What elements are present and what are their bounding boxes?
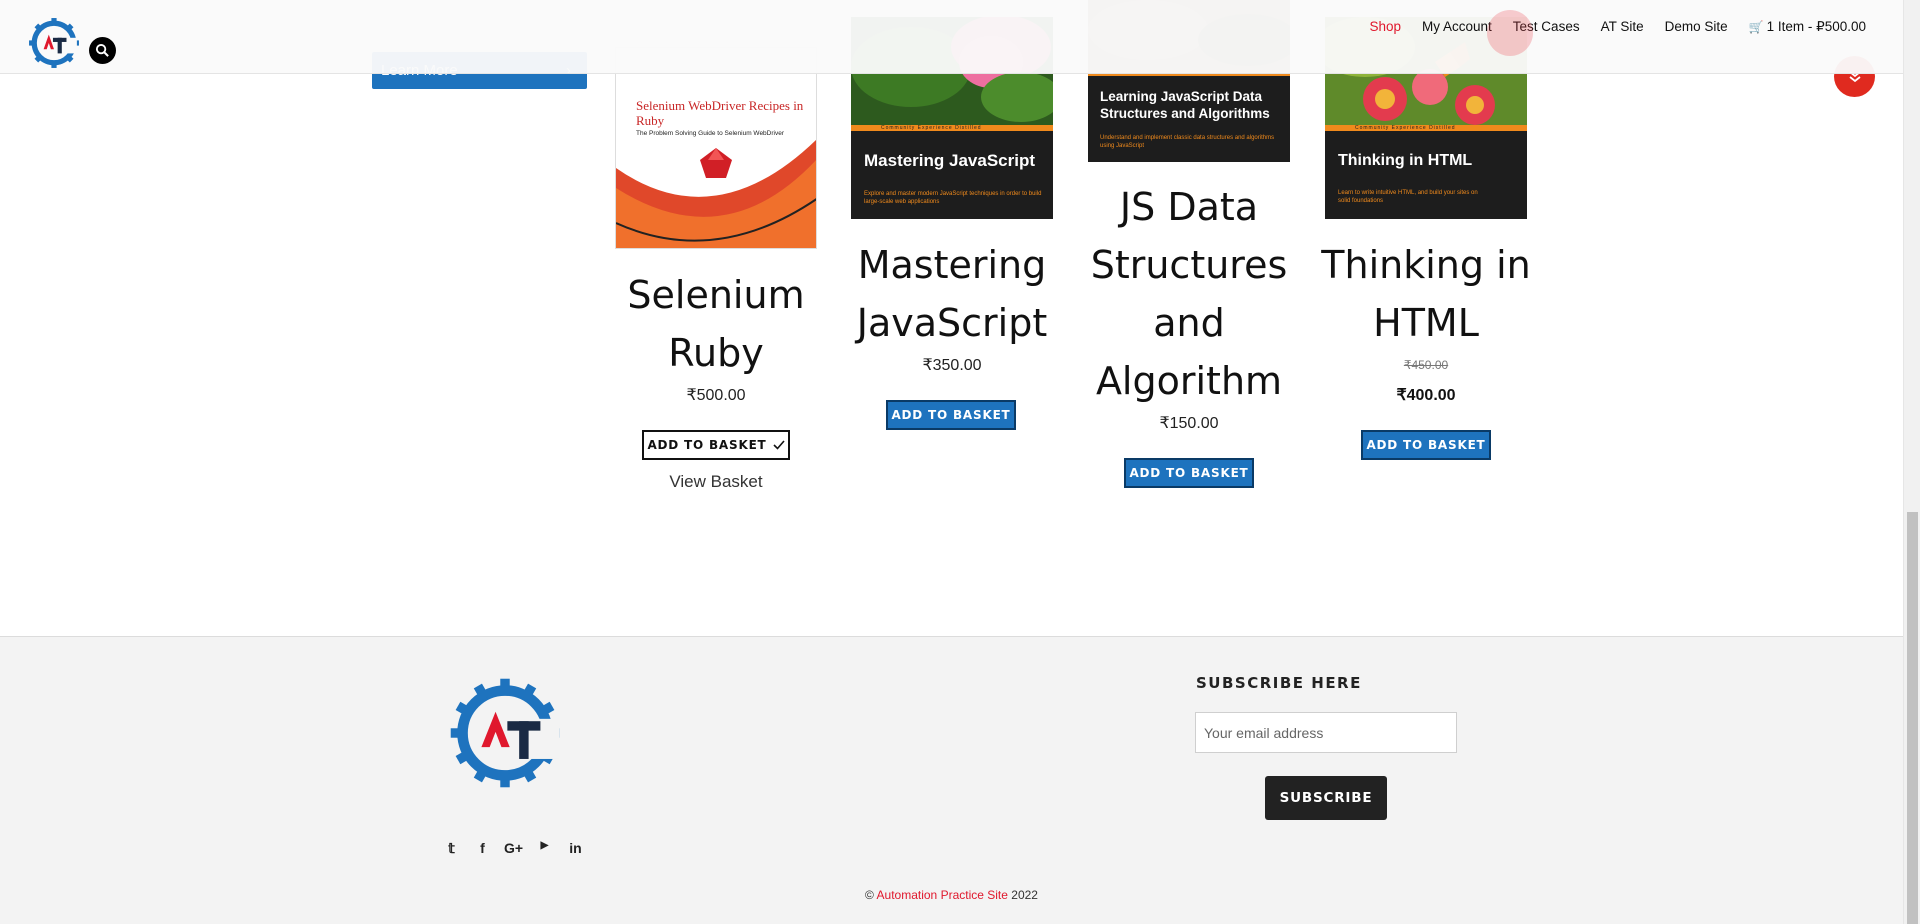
copyright: © Automation Practice Site 2022 [865, 888, 1038, 902]
product-price: ₹350.00 [922, 357, 982, 374]
faded-overlay-circle [1487, 10, 1533, 56]
linkedin-icon[interactable]: in [560, 840, 591, 857]
twitter-icon[interactable]: 𝕥 [436, 840, 467, 857]
site-header: Shop My Account Test Cases AT Site Demo … [0, 0, 1903, 74]
product-title-js-data-structures[interactable]: JS Data Structures and Algorithm [1059, 178, 1319, 410]
cart-link[interactable]: 🛒 1 Item - ₽500.00 [1749, 17, 1866, 37]
product-sale-price: ₹400.00 [1396, 387, 1456, 404]
main-nav: Shop My Account Test Cases AT Site Demo … [1348, 17, 1866, 37]
page-scrollbar[interactable] [1903, 0, 1920, 924]
product-title-mastering-javascript[interactable]: Mastering JavaScript [822, 236, 1082, 352]
checkmark-icon [772, 440, 785, 450]
nav-at-site[interactable]: AT Site [1601, 17, 1644, 37]
copyright-site-link[interactable]: Automation Practice Site [877, 888, 1008, 902]
google-plus-icon[interactable]: G+ [498, 840, 529, 857]
site-footer [0, 636, 1903, 924]
footer-logo-icon[interactable] [446, 671, 564, 795]
product-title-selenium-ruby[interactable]: Selenium Ruby [586, 266, 846, 382]
cover-title: Mastering JavaScript [864, 151, 1036, 170]
scrollbar-thumb[interactable] [1907, 512, 1918, 924]
product-price: ₹500.00 [686, 387, 746, 404]
cover-series: Community Experience Distilled [881, 125, 982, 131]
nav-my-account[interactable]: My Account [1422, 17, 1492, 37]
add-to-basket-button[interactable]: ADD TO BASKET [1361, 430, 1491, 460]
cover-description: Learn to write intuitive HTML, and build… [1338, 190, 1478, 204]
search-icon [95, 43, 109, 57]
nav-shop[interactable]: Shop [1369, 17, 1401, 37]
product-regular-price: ₹450.00 [1403, 358, 1449, 372]
shopping-cart-icon: 🛒 [1748, 20, 1764, 34]
search-button[interactable] [89, 37, 116, 64]
cover-series: Community Experience Distilled [1355, 125, 1456, 131]
product-title-thinking-in-html[interactable]: Thinking in HTML [1296, 236, 1556, 352]
product-price: ₹150.00 [1159, 415, 1219, 432]
nav-demo-site[interactable]: Demo Site [1665, 17, 1728, 37]
youtube-icon[interactable]: ▶ [529, 840, 560, 857]
email-field[interactable] [1195, 712, 1457, 753]
add-to-basket-button-added[interactable]: ADD TO BASKET [642, 430, 790, 460]
cart-summary: 1 Item - ₽500.00 [1766, 19, 1866, 34]
add-to-basket-button[interactable]: ADD TO BASKET [1124, 458, 1254, 488]
product-image-selenium-ruby[interactable]: Selenium WebDriver Recipes in Ruby The P… [615, 47, 817, 249]
add-to-basket-button[interactable]: ADD TO BASKET [886, 400, 1016, 430]
subscribe-heading: SUBSCRIBE HERE [1196, 674, 1362, 692]
cover-title: Thinking in HTML [1338, 152, 1473, 169]
site-logo-icon[interactable] [28, 17, 80, 69]
cover-subtitle: The Problem Solving Guide to Selenium We… [636, 130, 785, 137]
social-links: 𝕥 f G+ ▶ in [436, 840, 591, 857]
cover-title: Selenium WebDriver Recipes in Ruby [636, 98, 804, 128]
cover-title: Learning JavaScript Data Structures and … [1100, 89, 1270, 121]
cover-description: Explore and master modern JavaScript tec… [864, 191, 1042, 205]
view-basket-link[interactable]: View Basket [586, 472, 846, 492]
cover-description: Understand and implement classic data st… [1100, 135, 1275, 149]
subscribe-button[interactable]: SUBSCRIBE [1265, 776, 1387, 820]
facebook-icon[interactable]: f [467, 840, 498, 857]
